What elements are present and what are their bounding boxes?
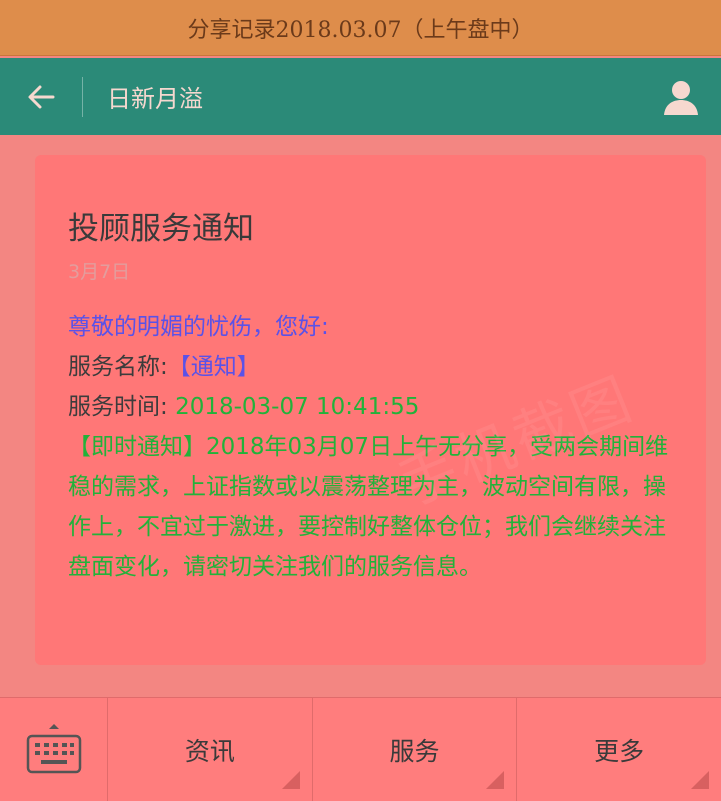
message-body: 尊敬的明媚的忧伤，您好: 服务名称:【通知】 服务时间: 2018-03-07 … <box>68 307 678 587</box>
bottom-menu-bar: 资讯 服务 更多 <box>0 697 721 801</box>
service-name-value: 【通知】 <box>167 354 260 380</box>
message-date: 3月7日 <box>68 261 131 283</box>
service-name-line: 服务名称:【通知】 <box>68 347 678 387</box>
profile-button[interactable] <box>641 58 721 135</box>
share-record-banner: 分享记录2018.03.07（上午盘中） <box>0 0 721 56</box>
menu-item-label: 更多 <box>594 736 645 766</box>
service-time-line: 服务时间: 2018-03-07 10:41:55 <box>68 387 678 427</box>
menu-item-more[interactable]: 更多 <box>517 698 721 801</box>
menu-item-news[interactable]: 资讯 <box>108 698 313 801</box>
keyboard-toggle-button[interactable] <box>0 698 108 801</box>
menu-item-service[interactable]: 服务 <box>313 698 518 801</box>
back-arrow-icon <box>28 85 55 108</box>
submenu-indicator-icon <box>486 771 505 789</box>
service-time-value: 2018-03-07 10:41:55 <box>175 394 420 420</box>
message-card: 投顾服务通知 3月7日 尊敬的明媚的忧伤，您好: 服务名称:【通知】 服务时间:… <box>35 155 706 665</box>
menu-item-label: 资讯 <box>184 736 235 766</box>
submenu-indicator-icon <box>691 771 710 789</box>
top-navbar: 日新月溢 <box>0 58 721 135</box>
keyboard-icon <box>26 723 81 773</box>
service-time-label: 服务时间: <box>68 394 168 420</box>
notice-paragraph: 【即时通知】2018年03月07日上午无分享，受两会期间维稳的需求，上证指数或以… <box>68 427 678 587</box>
account-title: 日新月溢 <box>107 85 203 113</box>
share-record-text: 分享记录2018.03.07（上午盘中） <box>187 17 534 43</box>
user-icon <box>664 80 698 115</box>
message-title: 投顾服务通知 <box>68 211 254 247</box>
nav-divider <box>82 76 83 117</box>
greeting-line: 尊敬的明媚的忧伤，您好: <box>68 314 329 340</box>
back-button[interactable] <box>0 58 82 135</box>
menu-item-label: 服务 <box>389 736 440 766</box>
submenu-indicator-icon <box>281 771 300 789</box>
service-name-label: 服务名称: <box>68 354 168 380</box>
notice-prefix: 【即时通知】 <box>68 434 206 460</box>
